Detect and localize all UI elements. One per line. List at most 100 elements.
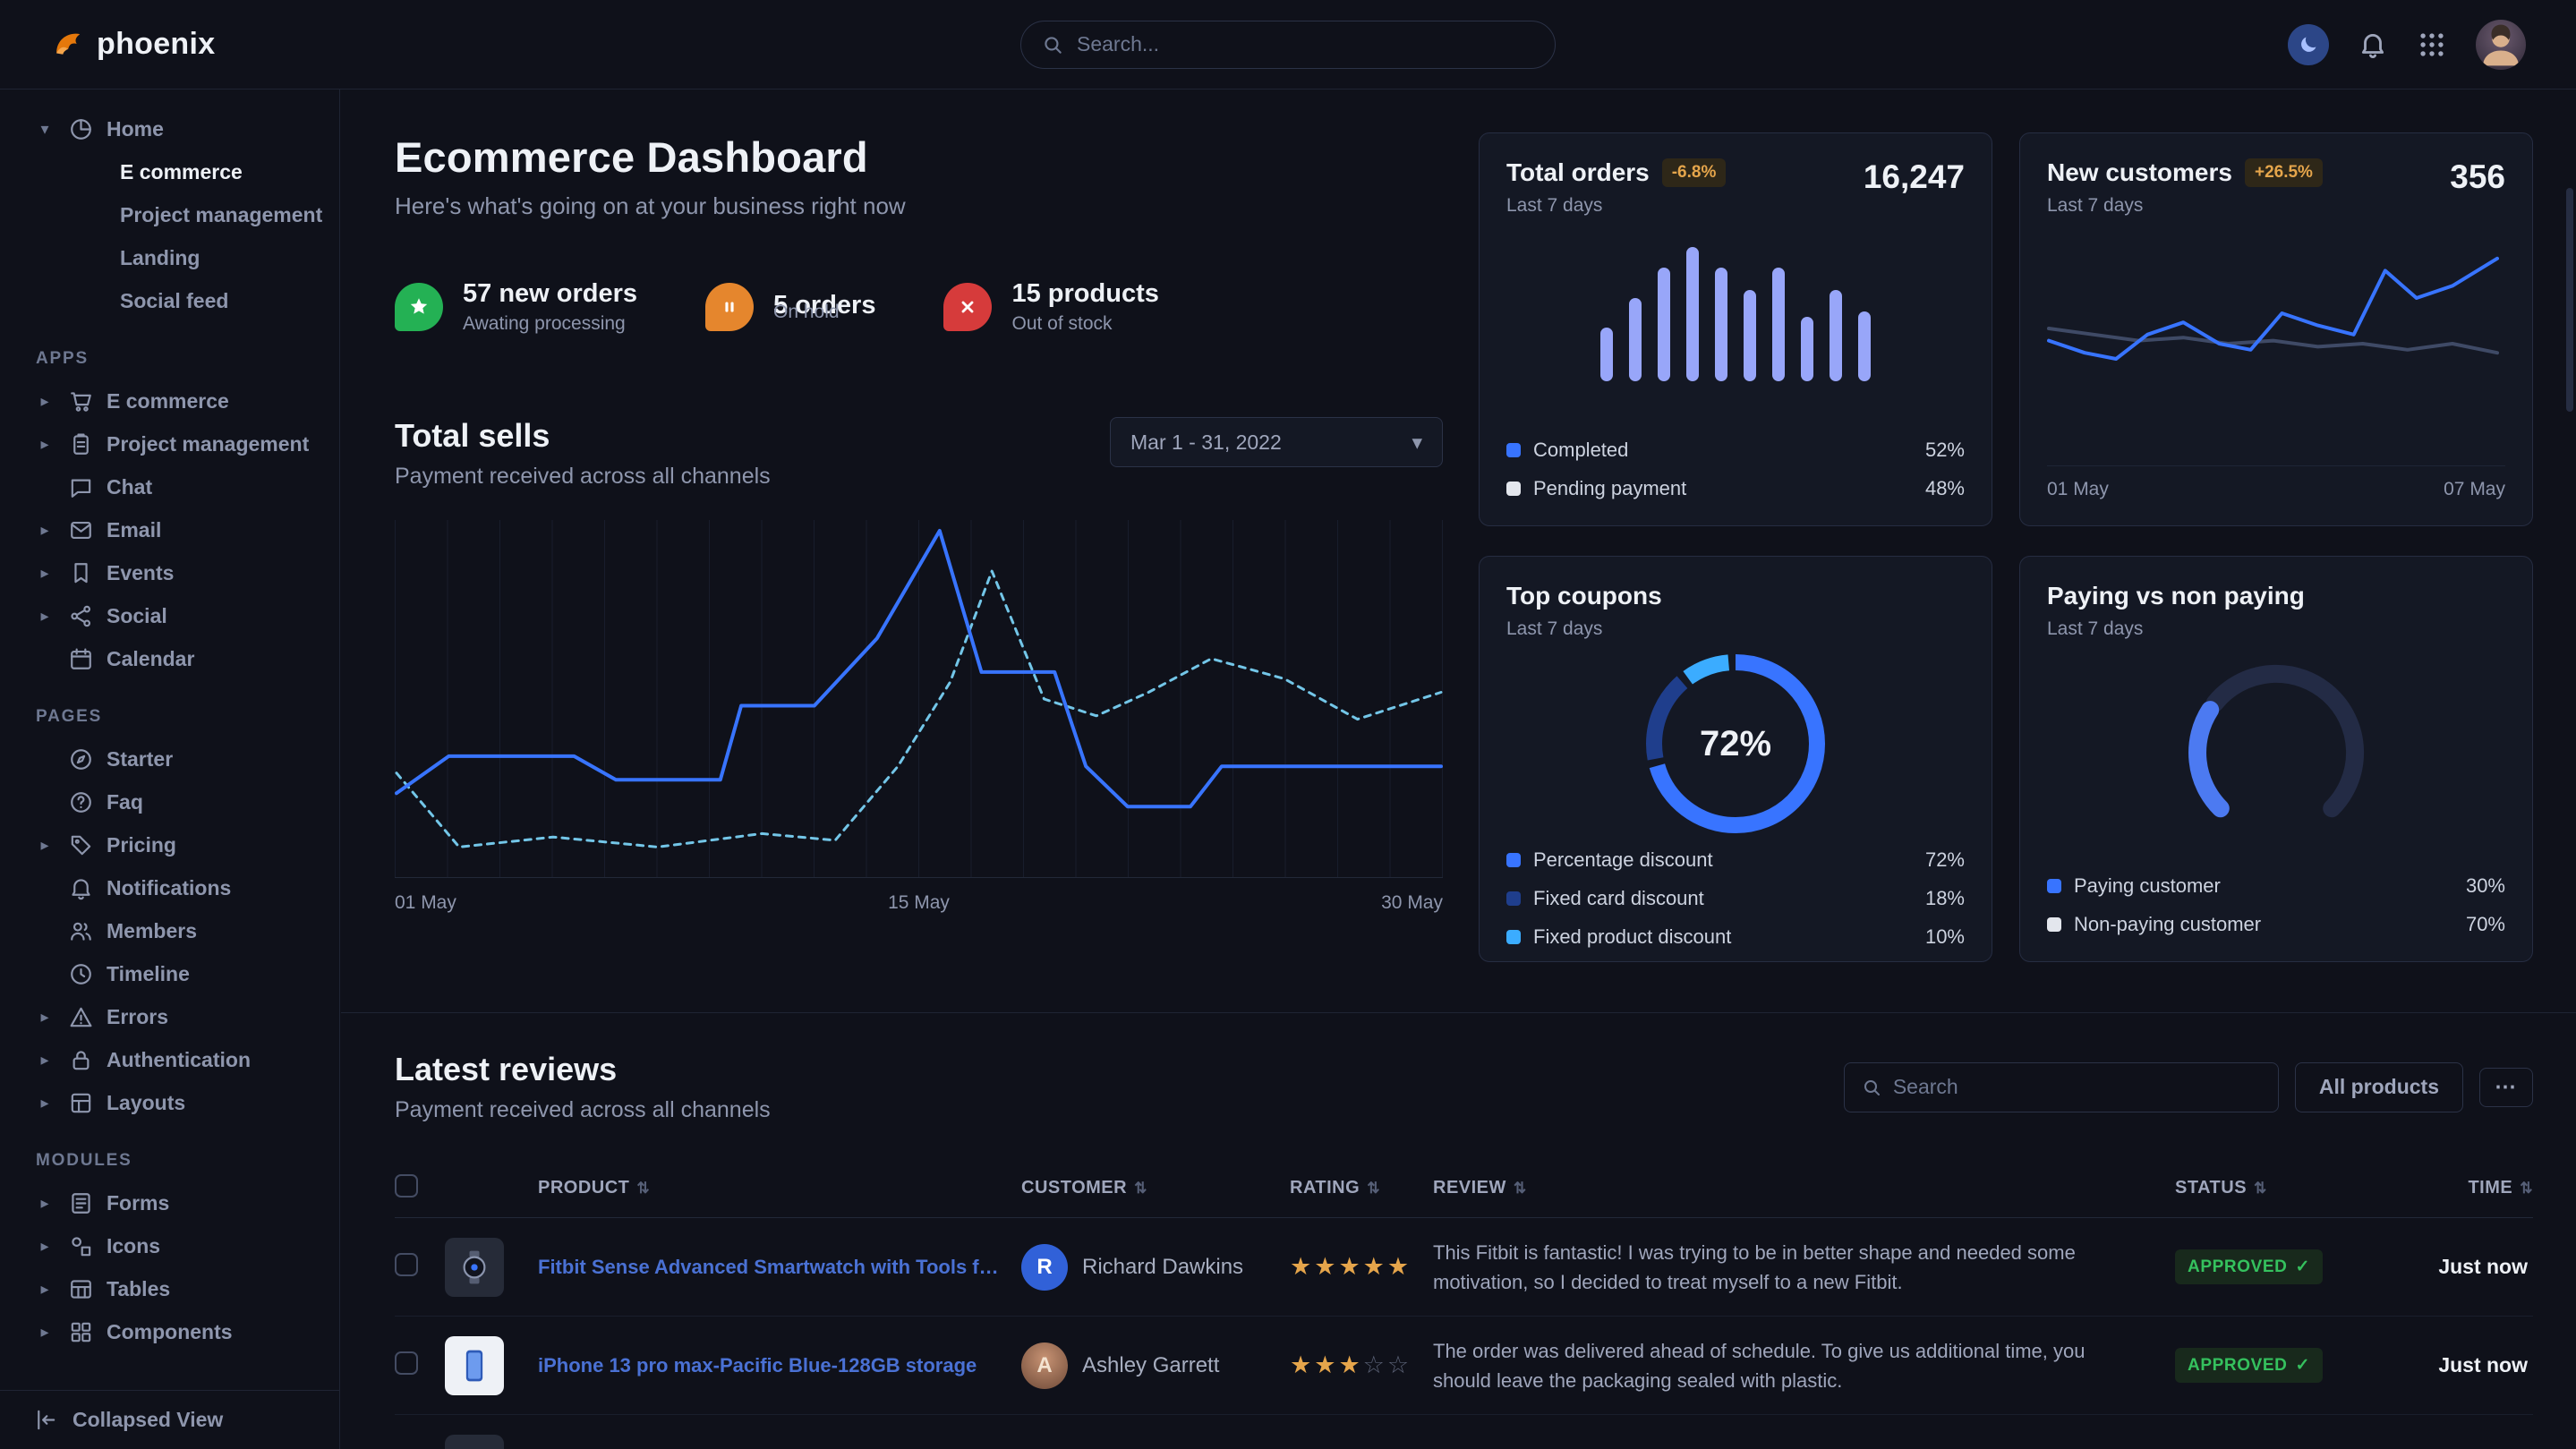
product-link[interactable]: Fitbit Sense Advanced Smartwatch with To… <box>538 1256 1021 1279</box>
reviews-toolbar: All products ⋯ <box>1844 1062 2533 1112</box>
more-options-button[interactable]: ⋯ <box>2479 1068 2533 1107</box>
search-input[interactable] <box>1077 32 1535 56</box>
stat-value: 15 products <box>1011 279 1158 309</box>
sidebar-item-label: Components <box>107 1320 233 1344</box>
check-icon: ✓ <box>2295 1257 2310 1277</box>
legend-row: Fixed product discount 10% <box>1506 925 1965 949</box>
customer-avatar[interactable]: R <box>1021 1244 1068 1291</box>
column-header-customer[interactable]: CUSTOMER <box>1021 1178 1127 1198</box>
top-navbar: phoenix <box>0 0 2576 89</box>
theme-toggle-button[interactable] <box>2288 24 2329 65</box>
sidebar-item-layouts[interactable]: ▸ Layouts <box>0 1081 339 1124</box>
product-thumbnail[interactable] <box>445 1238 504 1297</box>
caret-right-icon: ▸ <box>34 1237 55 1256</box>
sidebar-item-forms[interactable]: ▸ Forms <box>0 1181 339 1224</box>
status-label: APPROVED <box>2188 1257 2287 1277</box>
sidebar-item-events[interactable]: ▸ Events <box>0 551 339 594</box>
shopping-cart-icon <box>68 388 94 414</box>
sort-icon: ⇅ <box>2520 1180 2533 1198</box>
legend-row: Completed 52% <box>1506 439 1965 462</box>
user-avatar[interactable] <box>2476 20 2526 70</box>
legend-swatch <box>1506 853 1521 867</box>
sidebar-item-components[interactable]: ▸ Components <box>0 1310 339 1353</box>
legend-value: 18% <box>1925 887 1965 910</box>
sidebar-item-project-management-app[interactable]: ▸ Project management <box>0 422 339 465</box>
order-stats: 57 new orders Awating processing 5 order… <box>395 279 1443 335</box>
shapes-icon <box>68 1233 94 1259</box>
sidebar-item-home[interactable]: ▾ Home <box>0 107 339 150</box>
star-badge-icon <box>395 283 443 331</box>
status-badge: APPROVED ✓ <box>2175 1348 2323 1383</box>
column-header-rating[interactable]: RATING <box>1290 1178 1360 1198</box>
notifications-bell-icon[interactable] <box>2358 30 2388 60</box>
legend-value: 30% <box>2466 874 2505 898</box>
stat-value: 57 new orders <box>463 279 637 309</box>
sidebar-item-errors[interactable]: ▸ Errors <box>0 995 339 1038</box>
review-text: The order was delivered ahead of schedul… <box>1433 1336 2167 1395</box>
sidebar-item-label: Forms <box>107 1191 169 1215</box>
review-row <box>395 1415 2533 1449</box>
legend-row: Percentage discount 72% <box>1506 848 1965 872</box>
card-period: Last 7 days <box>1506 618 1662 640</box>
sidebar-item-email[interactable]: ▸ Email <box>0 508 339 551</box>
sidebar-item-label: Members <box>107 919 197 943</box>
customer-avatar[interactable]: A <box>1021 1342 1068 1389</box>
sidebar-item-project-management-dashboard[interactable]: Project management <box>0 193 339 236</box>
caret-right-icon: ▸ <box>34 1094 55 1112</box>
sidebar-item-label: Layouts <box>107 1091 185 1115</box>
total-sells-title: Total sells <box>395 417 771 455</box>
sidebar-item-social-feed[interactable]: Social feed <box>0 279 339 322</box>
scrollbar-thumb[interactable] <box>2566 188 2573 412</box>
puzzle-icon <box>68 1319 94 1345</box>
row-checkbox[interactable] <box>395 1253 418 1276</box>
sidebar-item-calendar[interactable]: Calendar <box>0 637 339 680</box>
sidebar-item-ecommerce-app[interactable]: ▸ E commerce <box>0 379 339 422</box>
product-thumbnail[interactable] <box>445 1336 504 1395</box>
date-range-select[interactable]: Mar 1 - 31, 2022 ▾ <box>1110 417 1443 467</box>
sidebar-item-chat[interactable]: Chat <box>0 465 339 508</box>
legend-row: Fixed card discount 18% <box>1506 887 1965 910</box>
check-icon: ✓ <box>2295 1355 2310 1376</box>
sidebar-item-notifications[interactable]: Notifications <box>0 866 339 909</box>
total-sells-chart-area <box>395 520 1443 878</box>
row-checkbox[interactable] <box>395 1351 418 1375</box>
column-header-time[interactable]: TIME <box>2468 1178 2512 1198</box>
column-header-product[interactable]: PRODUCT <box>538 1178 629 1198</box>
sidebar-item-faq[interactable]: Faq <box>0 780 339 823</box>
sidebar-item-tables[interactable]: ▸ Tables <box>0 1267 339 1310</box>
all-products-button[interactable]: All products <box>2295 1062 2463 1112</box>
layout-icon <box>68 1090 94 1116</box>
card-title: New customers <box>2047 158 2232 187</box>
sidebar-item-label: Tables <box>107 1277 170 1301</box>
sidebar-section-pages: PAGES <box>0 680 339 737</box>
reviews-search-input[interactable] <box>1893 1075 2262 1099</box>
legend-label: Completed <box>1533 439 1628 462</box>
new-customers-chart <box>2047 243 2499 413</box>
card-period: Last 7 days <box>2047 618 2305 640</box>
sidebar-item-icons[interactable]: ▸ Icons <box>0 1224 339 1267</box>
apps-grid-icon[interactable] <box>2417 30 2447 60</box>
sort-icon: ⇅ <box>1134 1180 1147 1198</box>
product-link[interactable]: iPhone 13 pro max-Pacific Blue-128GB sto… <box>538 1354 1021 1377</box>
review-time: Just now <box>2345 1353 2533 1377</box>
select-all-checkbox[interactable] <box>395 1174 418 1198</box>
sidebar-item-label: Email <box>107 518 161 542</box>
collapsed-view-button[interactable]: Collapsed View <box>0 1390 339 1449</box>
product-thumbnail[interactable] <box>445 1435 504 1449</box>
legend-value: 72% <box>1925 848 1965 872</box>
search-icon <box>1861 1077 1882 1098</box>
column-header-status[interactable]: STATUS <box>2175 1178 2247 1198</box>
brand[interactable]: phoenix <box>50 27 215 62</box>
sidebar-item-starter[interactable]: Starter <box>0 737 339 780</box>
top-coupons-card: Top coupons Last 7 days 72% <box>1479 556 1992 962</box>
sidebar-item-pricing[interactable]: ▸ Pricing <box>0 823 339 866</box>
sidebar-item-members[interactable]: Members <box>0 909 339 952</box>
sidebar-item-authentication[interactable]: ▸ Authentication <box>0 1038 339 1081</box>
sidebar-item-ecommerce-dashboard[interactable]: E commerce <box>0 150 339 193</box>
sidebar-item-timeline[interactable]: Timeline <box>0 952 339 995</box>
customer-cell: R Richard Dawkins <box>1021 1244 1290 1291</box>
collapse-left-icon <box>32 1407 58 1433</box>
sidebar-item-social[interactable]: ▸ Social <box>0 594 339 637</box>
sidebar-item-landing[interactable]: Landing <box>0 236 339 279</box>
column-header-review[interactable]: REVIEW <box>1433 1178 1506 1198</box>
